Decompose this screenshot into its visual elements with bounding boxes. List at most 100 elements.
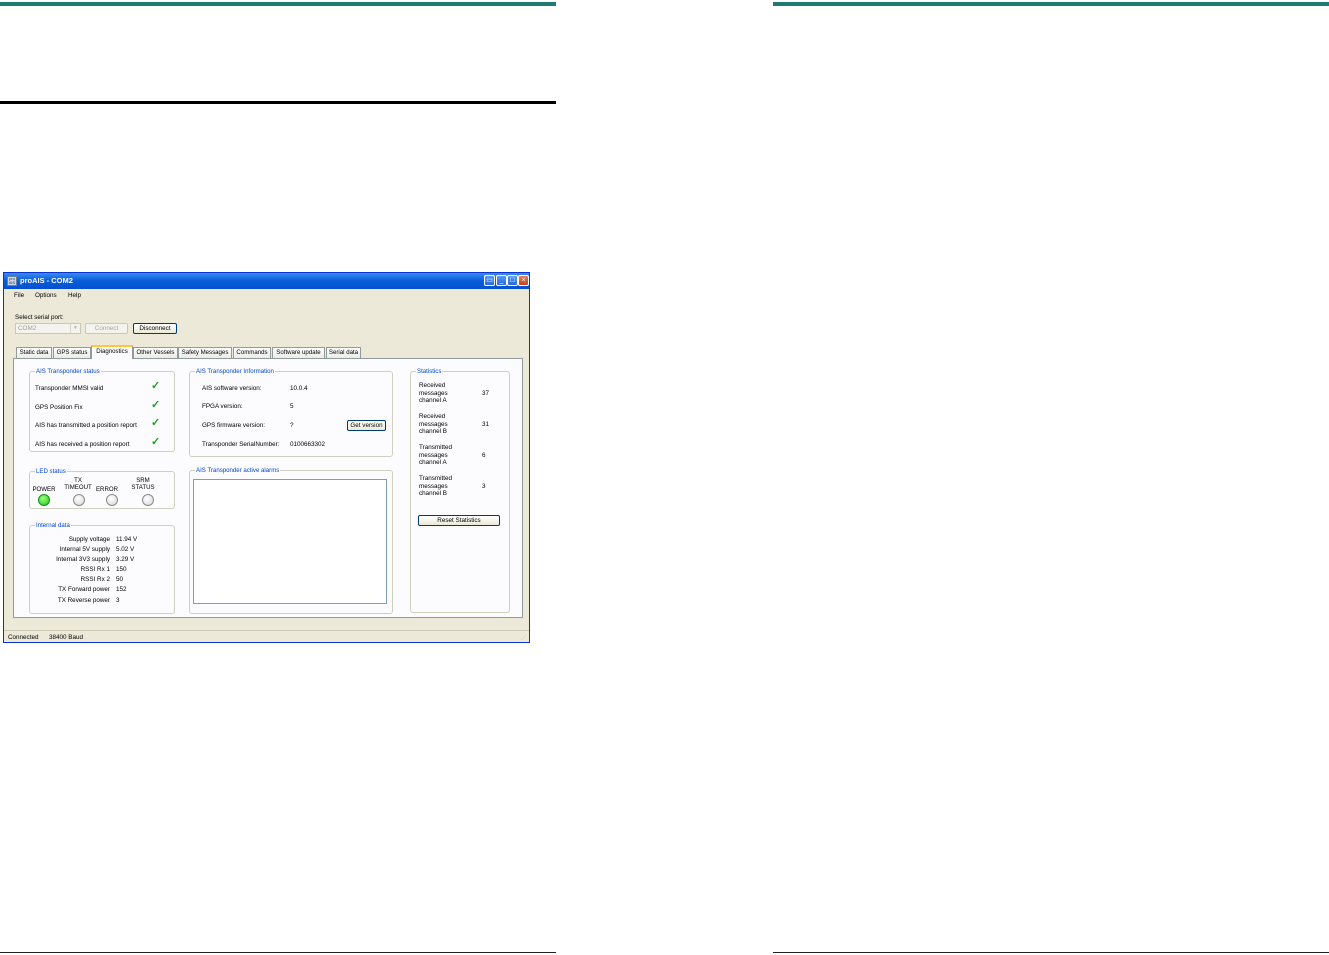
chevron-down-icon[interactable]: ▼ <box>70 324 80 333</box>
stat-label-line: messages <box>419 482 448 490</box>
rssi-rx2-label: RSSI Rx 2 <box>80 576 110 583</box>
led-power-label: POWER <box>32 486 56 493</box>
status-received-label: AIS has received a position report <box>35 441 130 448</box>
software-version-value: 10.0.4 <box>290 385 308 392</box>
statistics-group: Statistics Received messages channel A 3… <box>410 368 510 613</box>
connect-button[interactable]: Connect <box>85 323 128 334</box>
stat-tx-b-value: 3 <box>482 483 486 490</box>
transponder-info-group: AIS Transponder Information AIS software… <box>189 368 393 457</box>
serial-port-label: Select serial port: <box>15 314 64 321</box>
led-tx-timeout-indicator <box>73 494 85 506</box>
serial-port-select[interactable]: COM2 ▼ <box>15 323 81 334</box>
menu-file[interactable]: File <box>14 292 24 299</box>
stat-label-line: channel B <box>419 428 448 435</box>
supply-voltage-value: 11.94 V <box>116 536 138 543</box>
title-bar[interactable]: pro AIS proAIS - COM2 ▭ _ □ × <box>4 273 529 289</box>
app-icon: pro AIS <box>7 276 17 286</box>
stat-label-line: messages <box>419 420 448 428</box>
maximize-button[interactable]: □ <box>507 275 518 286</box>
active-alarms-group: AIS Transponder active alarms <box>189 467 393 614</box>
serial-port-value: COM2 <box>18 325 37 332</box>
reset-statistics-button[interactable]: Reset Statistics <box>418 515 500 526</box>
led-srm-status-indicator <box>142 494 154 506</box>
stat-label-line: Transmitted <box>419 444 453 451</box>
transponder-status-group: AIS Transponder status Transponder MMSI … <box>29 368 175 452</box>
fpga-version-value: 5 <box>290 403 294 410</box>
stat-rx-b-value: 31 <box>482 421 490 428</box>
diagnostics-panel: AIS Transponder status Transponder MMSI … <box>13 358 523 618</box>
status-mmsi-label: Transponder MMSI valid <box>35 385 104 392</box>
check-icon: ✓ <box>151 399 161 411</box>
group-title: Statistics <box>416 368 443 375</box>
window-title: proAIS - COM2 <box>20 276 73 285</box>
tab-static-data[interactable]: Static data <box>16 347 52 358</box>
disconnect-button[interactable]: Disconnect <box>133 323 177 334</box>
proais-window: pro AIS proAIS - COM2 ▭ _ □ × File Optio… <box>3 272 530 643</box>
fpga-version-label: FPGA version: <box>202 403 243 410</box>
tx-reverse-power-value: 3 <box>116 597 120 604</box>
tx-forward-power-label: TX Forward power <box>58 586 110 593</box>
gps-firmware-value: ? <box>290 422 294 429</box>
tx-reverse-power-label: TX Reverse power <box>57 597 110 604</box>
group-title: AIS Transponder status <box>35 368 101 375</box>
tab-serial-data[interactable]: Serial data <box>326 347 361 358</box>
led-srm-status-label: SRM STATUS <box>131 477 155 491</box>
check-icon: ✓ <box>151 417 161 429</box>
stat-tx-b-label: Transmitted messages channel B <box>419 475 452 498</box>
internal-3v3-label: Internal 3V3 supply <box>56 556 110 563</box>
stat-rx-a-value: 37 <box>482 390 490 397</box>
tab-diagnostics[interactable]: Diagnostics <box>91 345 133 359</box>
minimize-button[interactable]: _ <box>496 275 507 286</box>
tab-safety-messages[interactable]: Safety Messages <box>178 347 232 358</box>
close-button[interactable]: × <box>518 275 529 286</box>
header-rule-left <box>0 2 556 6</box>
get-version-button[interactable]: Get version <box>347 420 386 431</box>
stat-rx-b-label: Received messages channel B <box>419 413 448 436</box>
rssi-rx2-value: 50 <box>116 576 124 583</box>
manual-page: pro AIS proAIS - COM2 ▭ _ □ × File Optio… <box>0 0 1329 955</box>
status-transmitted-label: AIS has transmitted a position report <box>35 422 137 429</box>
stat-label-line: messages <box>419 389 448 397</box>
restore-icon[interactable]: ▭ <box>484 275 495 286</box>
resize-grip-icon[interactable]: ⋰ <box>521 635 526 641</box>
tab-gps-status[interactable]: GPS status <box>53 347 91 358</box>
stat-label-line: Received <box>419 413 446 420</box>
stat-label-line: channel A <box>419 459 447 466</box>
stat-label-line: Transmitted <box>419 475 453 482</box>
led-power-indicator <box>38 494 50 506</box>
stat-tx-a-value: 6 <box>482 452 486 459</box>
stat-label-line: channel A <box>419 397 447 404</box>
menu-help[interactable]: Help <box>68 292 81 299</box>
tx-forward-power-value: 152 <box>116 586 127 593</box>
menu-options[interactable]: Options <box>35 292 57 299</box>
software-version-label: AIS software version: <box>202 385 262 392</box>
internal-data-group: Internal data Supply voltage 11.94 V Int… <box>29 522 175 614</box>
baud-rate: 38400 Baud <box>49 634 83 641</box>
footer-rule-right <box>773 952 1329 953</box>
status-gps-fix-label: GPS Position Fix <box>35 404 83 411</box>
check-icon: ✓ <box>151 380 161 392</box>
rssi-rx1-value: 150 <box>116 566 127 573</box>
group-title: LED status <box>35 468 67 475</box>
led-error-label: ERROR <box>95 486 118 493</box>
internal-5v-label: Internal 5V supply <box>59 546 110 553</box>
footer-rule-left <box>0 952 556 953</box>
tab-other-vessels[interactable]: Other Vessels <box>133 347 178 358</box>
tab-software-update[interactable]: Software update <box>272 347 325 358</box>
group-title: AIS Transponder active alarms <box>195 467 281 474</box>
check-icon: ✓ <box>151 436 161 448</box>
rssi-rx1-label: RSSI Rx 1 <box>80 566 110 573</box>
internal-3v3-value: 3.29 V <box>116 556 135 563</box>
serial-number-value: 0100663302 <box>290 441 326 448</box>
alarms-list[interactable] <box>193 479 387 604</box>
serial-number-label: Transponder SerialNumber: <box>202 441 280 448</box>
stat-rx-a-label: Received messages channel A <box>419 382 448 405</box>
header-rule-right <box>773 2 1329 6</box>
supply-voltage-label: Supply voltage <box>68 536 110 543</box>
stat-tx-a-label: Transmitted messages channel A <box>419 444 452 467</box>
stat-label-line: Received <box>419 382 446 389</box>
connection-status: Connected <box>8 634 39 641</box>
internal-5v-value: 5.02 V <box>116 546 135 553</box>
tab-commands[interactable]: Commands <box>233 347 271 358</box>
group-title: AIS Transponder Information <box>195 368 275 375</box>
